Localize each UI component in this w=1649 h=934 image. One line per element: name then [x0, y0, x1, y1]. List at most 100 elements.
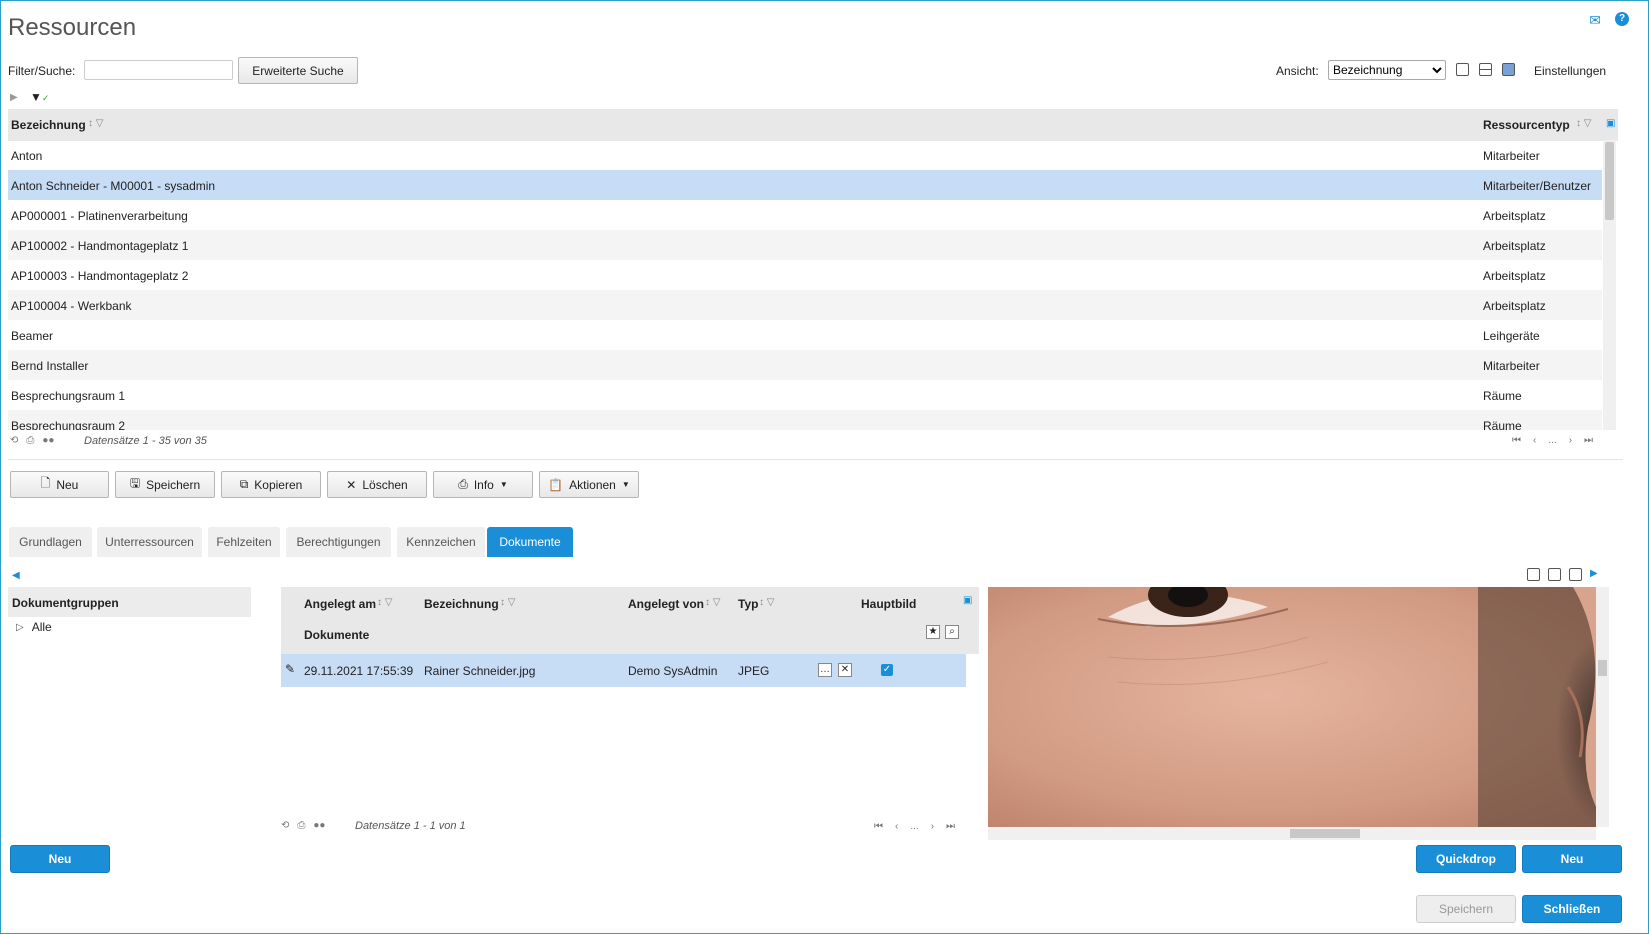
- filter-icon[interactable]: ↕ ▽: [759, 597, 774, 608]
- table-row[interactable]: Bernd Installer Mitarbeiter: [8, 350, 1602, 380]
- document-name: Rainer Schneider.jpg: [424, 664, 536, 678]
- preview-vscroll[interactable]: [1596, 587, 1609, 827]
- cell-type: Mitarbeiter: [1483, 359, 1540, 373]
- tab-grundlagen[interactable]: Grundlagen: [9, 527, 92, 557]
- chevron-down-icon: ▼: [499, 480, 508, 489]
- printer-icon: ⎙: [458, 477, 468, 491]
- cell-type: Räume: [1483, 419, 1522, 430]
- print-icon[interactable]: ⎙: [26, 435, 34, 446]
- main-image-checkbox[interactable]: ✓: [881, 664, 893, 676]
- grid-scroll-thumb[interactable]: [1605, 142, 1614, 220]
- first-page-icon[interactable]: ⏮: [1512, 435, 1521, 446]
- grid-footer-icons: ⟲ ⎙ ●●: [10, 435, 54, 446]
- document-row[interactable]: ✎ 29.11.2021 17:55:39 Rainer Schneider.j…: [281, 654, 966, 687]
- preview-layout-icon[interactable]: [1527, 568, 1540, 581]
- cell-name: Beamer: [11, 329, 54, 343]
- filter-icon[interactable]: ↕ ▽: [500, 597, 515, 608]
- clipboard-icon: 📋: [548, 477, 564, 492]
- quickdrop-button[interactable]: Quickdrop: [1416, 845, 1516, 873]
- prev-page-icon[interactable]: ‹: [1533, 435, 1536, 446]
- actions-button[interactable]: 📋 Aktionen ▼: [539, 471, 639, 498]
- column-header-type[interactable]: Typ: [738, 597, 758, 611]
- collapse-left-icon[interactable]: ◀: [12, 570, 20, 581]
- documents-records-info: Datensätze 1 - 1 von 1: [355, 820, 466, 832]
- copy-icon: ⧉: [239, 477, 249, 491]
- footer-save-button[interactable]: Speichern: [1416, 895, 1516, 923]
- docgroups-header: Dokumentgruppen: [8, 587, 251, 617]
- column-header-name[interactable]: Bezeichnung: [424, 597, 499, 611]
- column-header-main-image[interactable]: Hauptbild: [861, 597, 916, 611]
- options-icon[interactable]: ●●: [42, 435, 54, 446]
- cell-name: Anton Schneider - M00001 - sysadmin: [11, 179, 216, 193]
- copy-button[interactable]: ⧉ Kopieren: [221, 471, 321, 498]
- cell-type: Mitarbeiter/Benutzer: [1483, 179, 1592, 193]
- save-button[interactable]: 🖫 Speichern: [115, 471, 215, 498]
- info-button[interactable]: ⎙ Info ▼: [433, 471, 533, 498]
- preview-hscroll-thumb[interactable]: [1290, 829, 1360, 838]
- column-header-created-by[interactable]: Angelegt von: [628, 597, 704, 611]
- tree-expand-icon[interactable]: ▷: [16, 622, 24, 633]
- cell-type: Leihgeräte: [1483, 329, 1540, 343]
- pager-ellipsis[interactable]: ...: [910, 821, 918, 832]
- first-page-icon[interactable]: ⏮: [874, 821, 883, 832]
- document-created-by: Demo SysAdmin: [628, 664, 718, 678]
- search-icon[interactable]: ⌕: [945, 625, 959, 639]
- column-header-created[interactable]: Angelegt am: [304, 597, 376, 611]
- column-chooser-icon[interactable]: ▣: [963, 595, 972, 606]
- document-type: JPEG: [738, 664, 770, 678]
- table-row[interactable]: Beamer Leihgeräte: [8, 320, 1602, 350]
- face-photo: [988, 587, 1608, 827]
- preview-new-button[interactable]: Neu: [1522, 845, 1622, 873]
- document-edit-icon[interactable]: ✎: [285, 662, 295, 676]
- new-button[interactable]: 🗋 Neu: [10, 471, 109, 498]
- cell-name: Besprechungsraum 2: [11, 419, 126, 430]
- preview-layout-icon[interactable]: [1548, 568, 1561, 581]
- document-more-icon[interactable]: …: [818, 663, 832, 677]
- docgroup-new-button[interactable]: Neu: [10, 845, 110, 873]
- cell-type: Mitarbeiter: [1483, 149, 1540, 163]
- document-remove-icon[interactable]: ✕: [838, 663, 852, 677]
- preview-vscroll-thumb[interactable]: [1598, 660, 1607, 676]
- cell-name: AP000001 - Platinenverarbeitung: [11, 209, 188, 223]
- filter-icon[interactable]: ↕ ▽: [705, 597, 720, 608]
- table-row[interactable]: AP100003 - Handmontageplatz 2 Arbeitsplat…: [8, 260, 1602, 290]
- star-icon[interactable]: ★: [926, 625, 940, 639]
- refresh-icon[interactable]: ⟲: [10, 435, 18, 446]
- cell-name: Besprechungsraum 1: [11, 389, 126, 403]
- last-page-icon[interactable]: ⏭: [1584, 435, 1593, 446]
- cell-name: AP100004 - Werkbank: [11, 299, 132, 313]
- tab-fehlzeiten[interactable]: Fehlzeiten: [208, 527, 280, 557]
- cell-type: Arbeitsplatz: [1483, 299, 1546, 313]
- options-icon[interactable]: ●●: [313, 820, 325, 831]
- table-row[interactable]: AP000001 - Platinenverarbeitung Arbeitspl…: [8, 200, 1602, 230]
- collapse-right-icon[interactable]: ▶: [1590, 568, 1598, 581]
- tab-dokumente[interactable]: Dokumente: [487, 527, 573, 557]
- tab-unterressourcen[interactable]: Unterressourcen: [97, 527, 202, 557]
- cell-name: AP100003 - Handmontageplatz 2: [11, 269, 189, 283]
- last-page-icon[interactable]: ⏭: [946, 821, 955, 832]
- docgroup-item-alle[interactable]: ▷ Alle: [16, 620, 52, 634]
- print-icon[interactable]: ⎙: [297, 820, 305, 831]
- cell-name: Anton: [11, 149, 43, 163]
- table-row[interactable]: AP100002 - Handmontageplatz 1 Arbeitsplat…: [8, 230, 1602, 260]
- documents-header: Angelegt am ↕ ▽ Bezeichnung ↕ ▽ Angelegt…: [281, 587, 979, 654]
- pager-ellipsis[interactable]: ...: [1548, 435, 1556, 446]
- preview-layout-icon[interactable]: [1569, 568, 1582, 581]
- delete-button[interactable]: ✕ Löschen: [327, 471, 427, 498]
- new-document-icon: 🗋: [40, 476, 51, 490]
- cell-name: AP100002 - Handmontageplatz 1: [11, 239, 189, 253]
- table-row[interactable]: Besprechungsraum 1 Räume: [8, 380, 1602, 410]
- tab-berechtigungen[interactable]: Berechtigungen: [286, 527, 391, 557]
- tab-kennzeichen[interactable]: Kennzeichen: [397, 527, 485, 557]
- table-row[interactable]: Anton Schneider - M00001 - sysadmin Mitar…: [8, 170, 1602, 200]
- next-page-icon[interactable]: ›: [1569, 435, 1572, 446]
- next-page-icon[interactable]: ›: [931, 821, 934, 832]
- document-created: 29.11.2021 17:55:39: [304, 664, 414, 678]
- prev-page-icon[interactable]: ‹: [895, 821, 898, 832]
- refresh-icon[interactable]: ⟲: [281, 820, 289, 831]
- filter-icon[interactable]: ↕ ▽: [377, 597, 392, 608]
- table-row[interactable]: Anton Mitarbeiter: [8, 140, 1602, 170]
- table-row[interactable]: AP100004 - Werkbank Arbeitsplatz: [8, 290, 1602, 320]
- table-row[interactable]: Besprechungsraum 2 Räume: [8, 410, 1602, 430]
- close-button[interactable]: Schließen: [1522, 895, 1622, 923]
